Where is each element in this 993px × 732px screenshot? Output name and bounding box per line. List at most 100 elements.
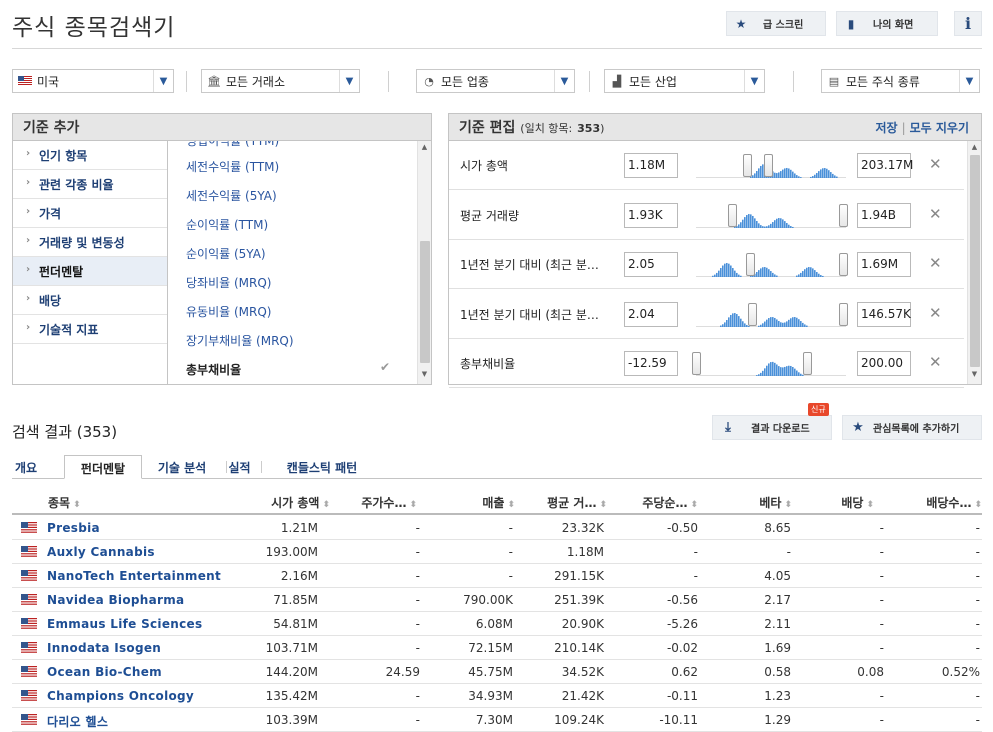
category-item[interactable]: › 펀더멘탈 bbox=[13, 257, 167, 286]
max-input[interactable]: 203.17M bbox=[857, 153, 913, 178]
column-header[interactable]: 시가 총액 ⬍ bbox=[271, 494, 330, 511]
column-header[interactable]: 주가수… ⬍ bbox=[361, 494, 417, 511]
remove-icon[interactable]: ✕ bbox=[929, 254, 942, 272]
table-row[interactable]: Navidea Biopharma 71.85M - 790.00K 251.39K -0… bbox=[12, 588, 982, 612]
category-item[interactable]: › 거래량 및 변동성 bbox=[13, 228, 167, 257]
tab-item[interactable]: 기술 분석 bbox=[142, 455, 222, 479]
tab-item[interactable]: 캔들스틱 패턴 bbox=[257, 455, 387, 479]
tab-item[interactable]: 펀더멘탈 bbox=[64, 455, 142, 479]
min-input[interactable]: 2.05 bbox=[624, 252, 678, 277]
min-slider-handle[interactable] bbox=[746, 253, 755, 276]
column-header[interactable]: 배당수… ⬍ bbox=[926, 494, 982, 511]
scroll-thumb[interactable] bbox=[420, 241, 430, 363]
scroll-up-icon[interactable]: ▲ bbox=[418, 143, 431, 155]
table-row[interactable]: Champions Oncology 135.42M - 34.93M 21.42K -0… bbox=[12, 684, 982, 708]
remove-icon[interactable]: ✕ bbox=[929, 304, 942, 322]
us-flag-icon bbox=[13, 75, 37, 88]
max-input[interactable]: 1.94B bbox=[857, 202, 911, 228]
download-results-button[interactable]: ⤓ 결과 다운로드 bbox=[712, 415, 832, 440]
category-item[interactable]: › 기술적 지표 bbox=[13, 315, 167, 344]
stock-name-link[interactable]: Champions Oncology bbox=[47, 689, 194, 703]
country-select[interactable]: 미국 ▼ bbox=[12, 69, 174, 93]
stock-name-link[interactable]: Ocean Bio-Chem bbox=[47, 665, 162, 679]
criteria-item[interactable]: 장기부채비율 (MRQ) bbox=[168, 325, 418, 354]
min-input[interactable]: 2.04 bbox=[624, 301, 678, 327]
min-input[interactable]: 1.93K bbox=[624, 202, 678, 228]
my-screens-button[interactable]: ★ 급 스크린 bbox=[726, 11, 826, 36]
max-slider-handle[interactable] bbox=[839, 302, 848, 326]
column-header[interactable]: 주당순… ⬍ bbox=[642, 494, 698, 511]
column-header[interactable]: 매출 ⬍ bbox=[482, 494, 515, 511]
criteria-item[interactable]: 유동비율 (MRQ) bbox=[168, 296, 418, 325]
stock-name-link[interactable]: Navidea Biopharma bbox=[47, 593, 184, 607]
min-slider-handle[interactable] bbox=[728, 203, 737, 227]
exchange-select[interactable]: 🏛 모든 거래소 ▼ bbox=[201, 69, 360, 93]
table-row[interactable]: Innodata Isogen 103.71M - 72.15M 210.14K -0.0… bbox=[12, 636, 982, 660]
table-cell: 210.14K bbox=[554, 641, 604, 655]
table-cell: 109.24K bbox=[554, 713, 604, 727]
min-slider-handle[interactable] bbox=[743, 154, 752, 177]
max-slider-handle[interactable] bbox=[839, 203, 848, 227]
min-slider-handle[interactable] bbox=[747, 302, 757, 326]
table-row[interactable]: 다리오 헬스 103.39M - 7.30M 109.24K -10.11 1.29 - - bbox=[12, 708, 982, 732]
category-item[interactable]: › 배당 bbox=[13, 286, 167, 315]
category-item[interactable]: › 가격 bbox=[13, 199, 167, 228]
remove-icon[interactable]: ✕ bbox=[929, 155, 942, 173]
max-slider-handle[interactable] bbox=[803, 352, 812, 375]
tab-item[interactable]: 실적 bbox=[222, 455, 257, 479]
max-input[interactable]: 200.00 bbox=[857, 351, 911, 376]
criteria-item[interactable]: 순이익률 (5YA) bbox=[168, 238, 418, 267]
table-cell: 1.29 bbox=[764, 713, 791, 727]
info-icon[interactable]: i bbox=[954, 11, 982, 36]
column-header[interactable]: 평균 거… ⬍ bbox=[547, 494, 607, 511]
clear-all-link[interactable]: 모두 지우기 bbox=[910, 121, 969, 135]
scroll-thumb[interactable] bbox=[970, 155, 980, 367]
stock-name-link[interactable]: Emmaus Life Sciences bbox=[47, 617, 202, 631]
industry-select[interactable]: ▟ 모든 산업 ▼ bbox=[604, 69, 765, 93]
table-cell: 291.15K bbox=[554, 569, 604, 583]
table-row[interactable]: Emmaus Life Sciences 54.81M - 6.08M 20.90K -5… bbox=[12, 612, 982, 636]
save-link[interactable]: 저장 bbox=[875, 121, 897, 135]
min-slider-handle[interactable] bbox=[692, 352, 701, 375]
criteria-scrollbar[interactable]: ▲ ▼ bbox=[417, 141, 431, 384]
table-row[interactable]: Presbia 1.21M - - 23.32K -0.50 8.65 - - bbox=[12, 516, 982, 540]
column-header[interactable]: 배당 ⬍ bbox=[841, 494, 874, 511]
add-to-watchlist-button[interactable]: ★ 관심목록에 추가하기 bbox=[842, 415, 982, 440]
stock-type-select[interactable]: ▤ 모든 주식 종류 ▼ bbox=[821, 69, 980, 93]
table-row[interactable]: Ocean Bio-Chem 144.20M 24.59 45.75M 34.52K 0.… bbox=[12, 660, 982, 684]
scroll-up-icon[interactable]: ▲ bbox=[968, 143, 981, 155]
criteria-item[interactable]: 순이익률 (TTM) bbox=[168, 209, 418, 238]
table-cell: 23.32K bbox=[561, 521, 604, 535]
criteria-label: 유동비율 (MRQ) bbox=[186, 305, 272, 319]
remove-icon[interactable]: ✕ bbox=[929, 353, 942, 371]
stock-name-link[interactable]: Innodata Isogen bbox=[47, 641, 161, 655]
criteria-item[interactable]: 총부채비율 ✔ bbox=[168, 354, 418, 383]
stock-name-link[interactable]: Presbia bbox=[47, 521, 100, 535]
table-row[interactable]: Auxly Cannabis 193.00M - - 1.18M - - - - bbox=[12, 540, 982, 564]
edit-scrollbar[interactable]: ▲ ▼ bbox=[967, 141, 981, 384]
remove-icon[interactable]: ✕ bbox=[929, 205, 942, 223]
category-item[interactable]: › 관련 각종 비율 bbox=[13, 170, 167, 199]
stock-name-link[interactable]: 다리오 헬스 bbox=[47, 713, 108, 730]
max-slider-handle[interactable] bbox=[764, 154, 773, 177]
scroll-down-icon[interactable]: ▼ bbox=[418, 370, 431, 382]
table-row[interactable]: NanoTech Entertainment 2.16M - - 291.15K - 4.0… bbox=[12, 564, 982, 588]
criteria-item[interactable]: 당좌비율 (MRQ) bbox=[168, 267, 418, 296]
criteria-item[interactable]: 세전수익률 (TTM) bbox=[168, 151, 418, 180]
max-slider-handle[interactable] bbox=[839, 253, 848, 276]
max-input[interactable]: 146.57K bbox=[857, 301, 911, 327]
table-cell: 72.15M bbox=[468, 641, 513, 655]
stock-name-link[interactable]: NanoTech Entertainment bbox=[47, 569, 221, 583]
min-input[interactable]: 1.18M bbox=[624, 153, 678, 178]
sector-select[interactable]: ◔ 모든 업종 ▼ bbox=[416, 69, 575, 93]
criteria-item[interactable]: 세전수익률 (5YA) bbox=[168, 180, 418, 209]
max-input[interactable]: 1.69M bbox=[857, 252, 911, 277]
category-item[interactable]: › 인기 항목 bbox=[13, 141, 167, 170]
column-header[interactable]: 종목 ⬍ bbox=[48, 494, 81, 511]
scroll-down-icon[interactable]: ▼ bbox=[968, 370, 981, 382]
min-input[interactable]: -12.59 bbox=[624, 351, 678, 376]
my-view-button[interactable]: ▮ 나의 화면 bbox=[836, 11, 938, 36]
tab-item[interactable]: 개요 bbox=[12, 455, 40, 479]
column-header[interactable]: 베타 ⬍ bbox=[759, 494, 792, 511]
stock-name-link[interactable]: Auxly Cannabis bbox=[47, 545, 155, 559]
